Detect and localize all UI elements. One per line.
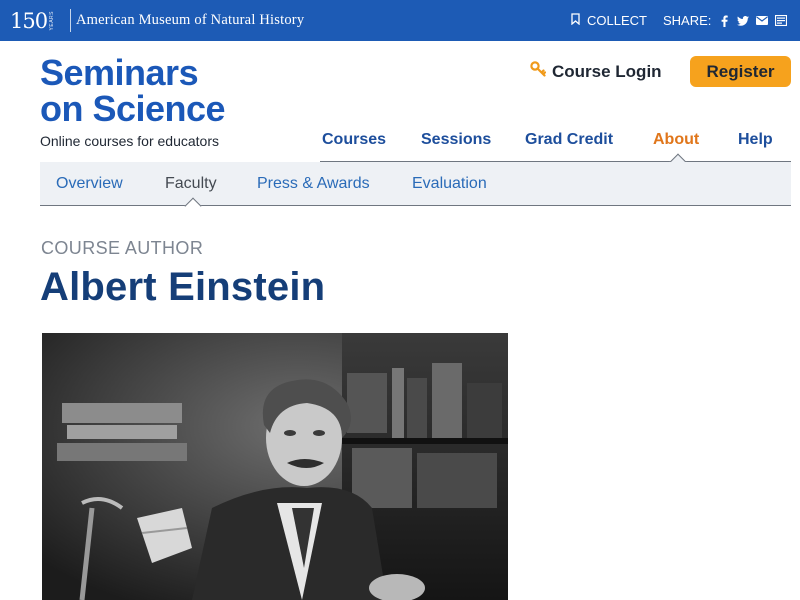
sub-nav: Overview Faculty Press & Awards Evaluati… bbox=[40, 162, 791, 215]
museum-name-link[interactable]: American Museum of Natural History bbox=[76, 12, 304, 29]
nav-item-grad-credit[interactable]: Grad Credit bbox=[525, 131, 613, 149]
site-tagline: Online courses for educators bbox=[40, 133, 219, 149]
logo-divider bbox=[70, 9, 71, 32]
subnav-item-press-awards[interactable]: Press & Awards bbox=[257, 175, 370, 193]
bookmark-icon bbox=[571, 13, 580, 28]
subnav-item-faculty[interactable]: Faculty bbox=[165, 175, 217, 193]
key-icon bbox=[530, 61, 547, 82]
nav-item-help[interactable]: Help bbox=[738, 131, 773, 149]
course-author-kicker: COURSE AUTHOR bbox=[41, 238, 204, 258]
nav-item-about[interactable]: About bbox=[653, 131, 699, 149]
collect-label: COLLECT bbox=[587, 13, 647, 28]
collect-button[interactable]: COLLECT bbox=[571, 13, 647, 28]
author-name-heading: Albert Einstein bbox=[40, 265, 326, 309]
email-icon[interactable] bbox=[756, 15, 769, 27]
print-icon[interactable] bbox=[775, 15, 788, 27]
facebook-icon[interactable] bbox=[718, 15, 730, 27]
site-title-line2: on Science bbox=[40, 88, 226, 129]
logo-number: 150 bbox=[10, 9, 48, 33]
twitter-icon[interactable] bbox=[737, 15, 750, 27]
main-nav: Courses Sessions Grad Credit About Help bbox=[320, 129, 791, 171]
150-years-logo[interactable]: 150 YEARS bbox=[10, 7, 55, 35]
museum-top-bar: 150 YEARS American Museum of Natural His… bbox=[0, 0, 800, 41]
nav-item-sessions[interactable]: Sessions bbox=[421, 131, 491, 149]
site-brand-link[interactable]: Seminars on Science Online courses for e… bbox=[40, 52, 226, 150]
nav-item-courses[interactable]: Courses bbox=[322, 131, 386, 149]
share-bar: SHARE: bbox=[663, 13, 788, 28]
museum-name: American Museum of Natural History bbox=[76, 12, 305, 28]
active-subnav-caret bbox=[184, 197, 202, 215]
site-title-line1: Seminars bbox=[40, 52, 199, 93]
logo-years: YEARS bbox=[49, 11, 56, 31]
course-login-label: Course Login bbox=[552, 61, 662, 81]
register-label: Register bbox=[706, 61, 775, 81]
portrait-photo bbox=[42, 333, 508, 600]
subnav-item-evaluation[interactable]: Evaluation bbox=[412, 175, 487, 193]
share-label: SHARE: bbox=[663, 13, 712, 28]
register-button[interactable]: Register bbox=[690, 56, 791, 87]
subnav-item-overview[interactable]: Overview bbox=[56, 175, 123, 193]
course-login-link[interactable]: Course Login bbox=[530, 61, 662, 82]
